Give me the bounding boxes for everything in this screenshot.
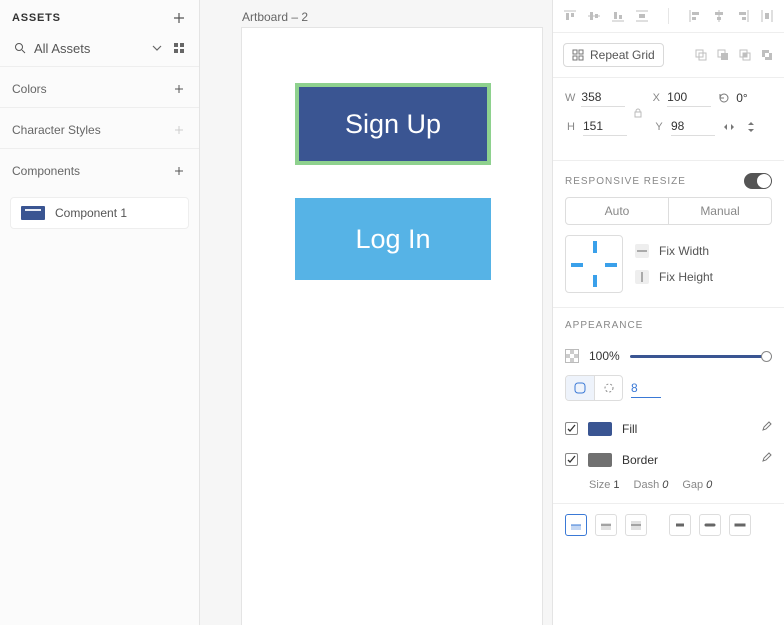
repeat-grid-label: Repeat Grid — [590, 48, 655, 62]
width-input[interactable] — [581, 88, 625, 107]
lock-aspect-icon[interactable] — [633, 107, 643, 121]
cap-round-icon[interactable] — [699, 514, 721, 536]
fix-height-row[interactable]: Fix Height — [635, 270, 713, 284]
bool-subtract-icon[interactable] — [716, 48, 730, 62]
charstyles-label: Character Styles — [12, 123, 101, 137]
x-input[interactable] — [667, 88, 711, 107]
align-right-icon[interactable] — [736, 9, 750, 23]
resize-anchor[interactable] — [565, 235, 623, 293]
responsive-toggle[interactable] — [744, 173, 772, 189]
appearance-title: APPEARANCE — [565, 320, 643, 331]
responsive-title: RESPONSIVE RESIZE — [565, 176, 686, 187]
colors-section[interactable]: Colors — [0, 67, 199, 107]
colors-label: Colors — [12, 82, 47, 96]
border-dash-value[interactable]: 0 — [662, 479, 668, 491]
flip-h-icon[interactable] — [721, 119, 737, 135]
corner-individual-icon[interactable] — [594, 376, 622, 400]
align-top-icon[interactable] — [563, 9, 577, 23]
bool-exclude-icon[interactable] — [760, 48, 774, 62]
rotate-icon[interactable] — [717, 90, 730, 106]
inspector-panel: Repeat Grid W X 0° H — [552, 0, 784, 625]
align-vcenter-icon[interactable] — [587, 9, 601, 23]
cap-butt-icon[interactable] — [669, 514, 691, 536]
width-label: W — [565, 92, 575, 104]
signup-button-design[interactable]: Sign Up — [295, 83, 491, 165]
fix-width-label: Fix Width — [659, 244, 709, 258]
opacity-value[interactable]: 100% — [589, 349, 620, 363]
stroke-center-icon[interactable] — [595, 514, 617, 536]
flip-v-icon[interactable] — [743, 119, 759, 135]
fill-eyedropper-icon[interactable] — [760, 421, 772, 436]
border-label: Border — [622, 453, 658, 467]
login-button-design[interactable]: Log In — [295, 198, 491, 280]
align-left-icon[interactable] — [688, 9, 702, 23]
login-button-label: Log In — [355, 224, 430, 255]
height-label: H — [565, 121, 577, 133]
fill-label: Fill — [622, 422, 637, 436]
components-label: Components — [12, 164, 80, 178]
y-input[interactable] — [671, 117, 715, 136]
fix-height-icon — [635, 270, 649, 284]
opacity-slider[interactable] — [630, 355, 772, 358]
border-dash-label: Dash — [634, 479, 660, 491]
x-label: X — [651, 92, 661, 104]
opacity-icon — [565, 349, 579, 363]
add-color-icon[interactable] — [171, 81, 187, 97]
canvas[interactable]: Artboard – 2 Sign Up Log In — [200, 0, 552, 625]
distribute-v-icon[interactable] — [635, 9, 649, 23]
fix-height-label: Fix Height — [659, 270, 713, 284]
assets-title: ASSETS — [12, 12, 61, 24]
height-input[interactable] — [583, 117, 627, 136]
stroke-inside-icon[interactable] — [565, 514, 587, 536]
fill-swatch[interactable] — [588, 422, 612, 436]
border-size-value[interactable]: 1 — [613, 479, 619, 491]
corner-all-icon[interactable] — [566, 376, 594, 400]
border-gap-value[interactable]: 0 — [706, 479, 712, 491]
add-charstyle-icon[interactable] — [171, 122, 187, 138]
stroke-outside-icon[interactable] — [625, 514, 647, 536]
bool-union-icon[interactable] — [694, 48, 708, 62]
border-swatch[interactable] — [588, 453, 612, 467]
components-section[interactable]: Components — [0, 149, 199, 189]
add-asset-icon[interactable] — [171, 10, 187, 26]
resize-manual[interactable]: Manual — [668, 198, 771, 224]
signup-button-label: Sign Up — [345, 109, 441, 140]
asset-search-input[interactable] — [34, 41, 143, 56]
align-hcenter-icon[interactable] — [712, 9, 726, 23]
fill-checkbox[interactable] — [565, 422, 578, 435]
bool-intersect-icon[interactable] — [738, 48, 752, 62]
chevron-down-icon[interactable] — [149, 40, 165, 56]
fix-width-row[interactable]: Fix Width — [635, 244, 713, 258]
border-gap-label: Gap — [682, 479, 703, 491]
resize-auto[interactable]: Auto — [566, 198, 668, 224]
charstyles-section[interactable]: Character Styles — [0, 108, 199, 148]
corner-radius-input[interactable] — [631, 379, 661, 398]
search-icon[interactable] — [12, 40, 28, 56]
rotation-value[interactable]: 0° — [736, 89, 772, 107]
assets-panel: ASSETS Colors Character St — [0, 0, 200, 625]
distribute-h-icon[interactable] — [760, 9, 774, 23]
component-item[interactable]: Component 1 — [10, 197, 189, 229]
cap-square-icon[interactable] — [729, 514, 751, 536]
border-size-label: Size — [589, 479, 610, 491]
artboard-label[interactable]: Artboard – 2 — [242, 10, 308, 24]
align-bottom-icon[interactable] — [611, 9, 625, 23]
artboard[interactable]: Sign Up Log In — [242, 28, 542, 625]
fix-width-icon — [635, 244, 649, 258]
component-thumb-icon — [21, 206, 45, 220]
border-eyedropper-icon[interactable] — [760, 452, 772, 467]
border-checkbox[interactable] — [565, 453, 578, 466]
grid-view-icon[interactable] — [171, 40, 187, 56]
resize-mode-segment[interactable]: Auto Manual — [565, 197, 772, 225]
y-label: Y — [653, 121, 665, 133]
repeat-grid-button[interactable]: Repeat Grid — [563, 43, 664, 67]
add-component-icon[interactable] — [171, 163, 187, 179]
component-item-label: Component 1 — [55, 206, 127, 220]
transform-section: W X 0° H Y — [553, 78, 784, 161]
